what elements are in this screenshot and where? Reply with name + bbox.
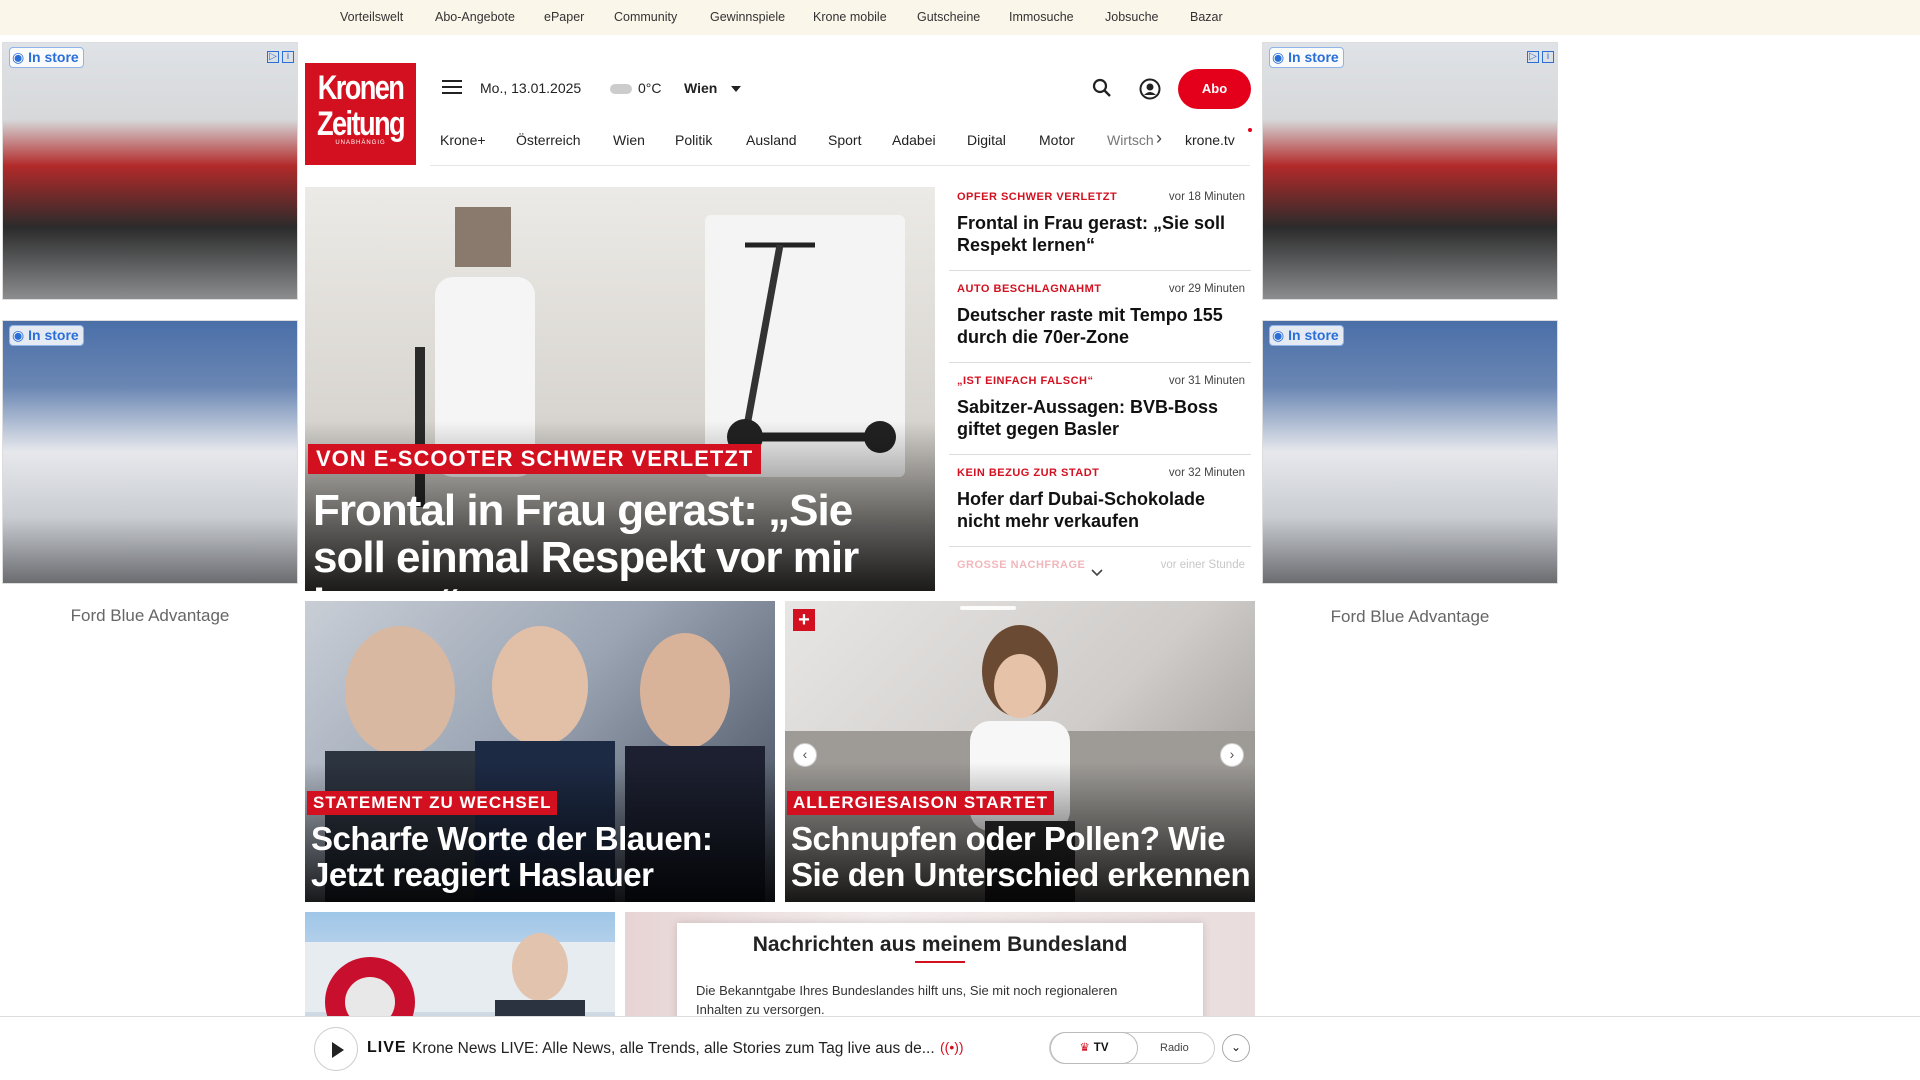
nav-item-wirtschaft[interactable]: Wirtsch [1107,132,1154,148]
list-item[interactable]: OPFER SCHWER VERLETZT vor 18 Minuten Fro… [949,187,1251,271]
list-item-title[interactable]: Hofer darf Dubai-Schokolade nicht mehr v… [957,488,1237,532]
live-ticker-text[interactable]: Krone News LIVE: Alle News, alle Trends,… [412,1040,935,1058]
list-item-title[interactable]: Sabitzer-Aussagen: BVB-Boss giftet gegen… [957,396,1237,440]
list-item[interactable]: AUTO BESCHLAGNAHMT vor 29 Minuten Deutsc… [949,279,1251,363]
bundesland-title: Nachrichten aus meinem Bundesland [752,933,1128,956]
ad-image-mustang[interactable]: ◉ In store [1262,320,1558,584]
tv-toggle-button[interactable]: ♛ TV [1050,1032,1138,1064]
list-item-kicker: „IST EINFACH FALSCH“ [957,375,1094,387]
adchoices-icon[interactable]: ▷ i [264,48,294,63]
list-item-kicker: KEIN BEZUG ZUR STADT [957,467,1100,479]
hero-title[interactable]: Frontal in Frau gerast: „Sie soll einmal… [313,487,933,591]
nav-item-sport[interactable]: Sport [828,132,861,148]
list-item[interactable]: KEIN BEZUG ZUR STADT vor 32 Minuten Hofe… [949,463,1251,547]
teaser-article[interactable]: STATEMENT ZU WECHSEL Scharfe Worte der B… [305,601,775,902]
topnav-community[interactable]: Community [614,10,677,24]
list-item-kicker: OPFER SCHWER VERLETZT [957,191,1118,203]
tv-label: TV [1093,1042,1109,1054]
city-selector[interactable]: Wien [684,80,742,96]
topnav-krone-mobile[interactable]: Krone mobile [813,10,887,24]
chevron-down-icon[interactable] [1090,566,1104,580]
topnav-gewinnspiele[interactable]: Gewinnspiele [710,10,785,24]
right-ad[interactable]: ▷ i ◉ In store ◉ In store Ford Blue Advan… [1262,42,1558,642]
logo-line-2: Zeitung [316,105,406,143]
list-item-time: vor 18 Minuten [1168,191,1245,203]
topnav-immosuche[interactable]: Immosuche [1009,10,1074,24]
ad-image-truck[interactable]: ◉ In store [1262,42,1558,300]
chevron-right-icon[interactable]: › [1156,128,1162,149]
current-date: Mo., 13.01.2025 [480,80,582,96]
nav-item-adabei[interactable]: Adabei [892,132,936,148]
krone-plus-badge: + [793,609,815,631]
carousel-indicator [960,606,1016,610]
nav-item-oesterreich[interactable]: Österreich [516,132,581,148]
nav-divider [430,165,1250,166]
topnav-bazar[interactable]: Bazar [1190,10,1223,24]
ad-in-store-badge: ◉ In store [9,325,84,346]
tv-radio-toggle[interactable]: ♛ TV Radio [1049,1032,1215,1064]
teaser-kicker: STATEMENT ZU WECHSEL [307,791,558,815]
live-player-bar: LIVE Krone News LIVE: Alle News, alle Tr… [0,1016,1920,1080]
main-nav: Krone+ Österreich Wien Politik Ausland S… [430,126,1252,156]
abo-button[interactable]: Abo [1178,69,1251,109]
list-item-time: vor 29 Minuten [1168,283,1245,295]
menu-icon[interactable] [442,80,462,96]
nav-item-krone-tv[interactable]: krone.tv [1185,132,1235,148]
nav-item-digital[interactable]: Digital [967,132,1006,148]
crown-icon: ♛ [1079,1042,1090,1054]
weather[interactable]: 0°C [610,80,662,96]
logo-line-1: Kronen [317,69,405,107]
ad-image-truck[interactable]: ◉ In store [2,42,298,300]
radio-toggle-button[interactable]: Radio [1160,1033,1189,1063]
list-item-time: vor einer Stunde [1160,559,1245,571]
title-underline [915,961,965,963]
topnav-abo-angebote[interactable]: Abo-Angebote [435,10,515,24]
ad-in-store-badge: ◉ In store [1269,47,1344,68]
nav-item-krone-plus[interactable]: Krone+ [440,132,486,148]
broadcast-icon: ((•)) [940,1039,964,1055]
list-item-title[interactable]: Frontal in Frau gerast: „Sie soll Respek… [957,212,1237,256]
live-label: LIVE [367,1039,407,1056]
hero-kicker: VON E-SCOOTER SCHWER VERLETZT [308,444,762,474]
left-ad[interactable]: ▷ i ◉ In store ◉ In store Ford Blue Advan… [2,42,298,642]
list-item-time: vor 31 Minuten [1168,375,1245,387]
topnav-vorteilswelt[interactable]: Vorteilswelt [340,10,403,24]
teaser-title[interactable]: Scharfe Worte der Blauen: Jetzt reagiert… [311,821,771,893]
ad-in-store-badge: ◉ In store [1269,325,1344,346]
list-item-kicker: AUTO BESCHLAGNAHMT [957,283,1102,295]
bundesland-description: Die Bekanntgabe Ihres Bundeslandes hilft… [696,983,1118,1017]
temperature: 0°C [638,80,662,96]
teaser-article[interactable]: + ‹ › ALLERGIESAISON STARTET Schnupfen o… [785,601,1255,902]
nav-item-politik[interactable]: Politik [675,132,712,148]
list-item-title[interactable]: Deutscher raste mit Tempo 155 durch die … [957,304,1237,348]
live-dot-icon [1248,128,1252,132]
teaser-kicker: ALLERGIESAISON STARTET [787,791,1054,815]
top-utility-bar: Vorteilswelt Abo-Angebote ePaper Communi… [0,0,1920,35]
list-item-time: vor 32 Minuten [1168,467,1245,479]
topnav-epaper[interactable]: ePaper [544,10,584,24]
caret-down-icon [731,86,742,93]
nav-item-ausland[interactable]: Ausland [746,132,797,148]
nav-item-motor[interactable]: Motor [1039,132,1075,148]
adchoices-icon[interactable]: ▷ i [1524,48,1554,63]
ad-brand-label[interactable]: Ford Blue Advantage [2,606,298,626]
play-button[interactable] [314,1027,358,1071]
nav-item-wien[interactable]: Wien [613,132,645,148]
teaser-title[interactable]: Schnupfen oder Pollen? Wie Sie den Unter… [791,821,1251,893]
list-item-kicker: GROSSE NACHFRAGE [957,559,1086,571]
expand-player-button[interactable]: ⌄ [1222,1034,1250,1062]
user-account-icon[interactable] [1139,78,1161,100]
city-label: Wien [684,80,718,96]
cloud-icon [610,84,632,95]
search-icon[interactable] [1092,78,1112,98]
hero-article[interactable]: VON E-SCOOTER SCHWER VERLETZT Frontal in… [305,187,935,591]
ad-brand-label[interactable]: Ford Blue Advantage [1262,607,1558,627]
list-item[interactable]: „IST EINFACH FALSCH“ vor 31 Minuten Sabi… [949,371,1251,455]
kronen-zeitung-logo[interactable]: Kronen Zeitung UNABHÄNGIG [305,63,416,165]
topnav-gutscheine[interactable]: Gutscheine [917,10,980,24]
topnav-jobsuche[interactable]: Jobsuche [1105,10,1159,24]
ad-image-mustang[interactable]: ◉ In store [2,320,298,584]
ad-in-store-badge: ◉ In store [9,47,84,68]
